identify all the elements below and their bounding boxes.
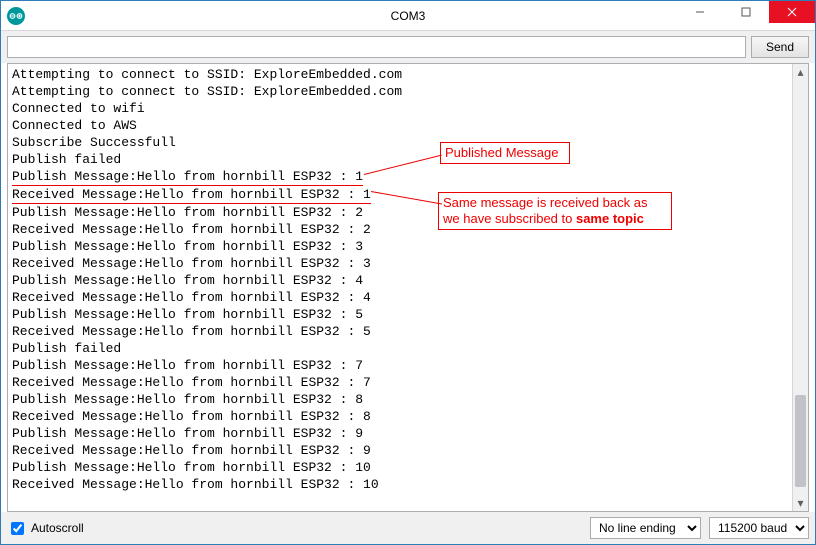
console-line: Received Message:Hello from hornbill ESP… (12, 374, 804, 391)
scroll-up-arrow-icon[interactable]: ▴ (793, 64, 808, 80)
console-line: Received Message:Hello from hornbill ESP… (12, 442, 804, 459)
send-toolbar: Send (1, 31, 815, 63)
titlebar: COM3 (1, 1, 815, 31)
autoscroll-checkbox-label[interactable]: Autoscroll (7, 519, 84, 538)
send-button[interactable]: Send (751, 36, 809, 58)
console-line: Received Message:Hello from hornbill ESP… (12, 476, 804, 493)
serial-monitor-window: COM3 Send Attempting to connect to SSID:… (0, 0, 816, 545)
baud-rate-select[interactable]: 9600 baud57600 baud115200 baud (709, 517, 809, 539)
console-line: Received Message:Hello from hornbill ESP… (12, 408, 804, 425)
console-line: Publish Message:Hello from hornbill ESP3… (12, 238, 804, 255)
console-line: Attempting to connect to SSID: ExploreEm… (12, 83, 804, 100)
console-output[interactable]: Attempting to connect to SSID: ExploreEm… (8, 64, 808, 511)
minimize-button[interactable] (677, 1, 723, 23)
console-line: Received Message:Hello from hornbill ESP… (12, 255, 804, 272)
scroll-track[interactable] (793, 80, 808, 495)
console-line: Publish Message:Hello from hornbill ESP3… (12, 357, 804, 374)
arduino-app-icon (7, 7, 25, 25)
maximize-button[interactable] (723, 1, 769, 23)
console-line: Connected to AWS (12, 117, 804, 134)
scroll-thumb[interactable] (795, 395, 806, 486)
console-line: Publish Message:Hello from hornbill ESP3… (12, 425, 804, 442)
window-controls (677, 1, 815, 30)
console-line: Received Message:Hello from hornbill ESP… (12, 221, 804, 238)
console-line: Publish Message:Hello from hornbill ESP3… (12, 168, 804, 186)
console-line: Received Message:Hello from hornbill ESP… (12, 186, 804, 204)
console-line: Publish Message:Hello from hornbill ESP3… (12, 306, 804, 323)
console-line: Publish Message:Hello from hornbill ESP3… (12, 459, 804, 476)
console-line: Subscribe Successfull (12, 134, 804, 151)
console-line: Attempting to connect to SSID: ExploreEm… (12, 66, 804, 83)
console-line: Publish failed (12, 340, 804, 357)
console-line: Publish Message:Hello from hornbill ESP3… (12, 272, 804, 289)
vertical-scrollbar[interactable]: ▴ ▾ (792, 64, 808, 511)
status-bar: Autoscroll No line endingNewlineCarriage… (1, 512, 815, 544)
console-line: Received Message:Hello from hornbill ESP… (12, 289, 804, 306)
console-line: Publish failed (12, 151, 804, 168)
console-line: Connected to wifi (12, 100, 804, 117)
console-line: Publish Message:Hello from hornbill ESP3… (12, 204, 804, 221)
console-area: Attempting to connect to SSID: ExploreEm… (7, 63, 809, 512)
console-line: Received Message:Hello from hornbill ESP… (12, 323, 804, 340)
console-line: Publish Message:Hello from hornbill ESP3… (12, 391, 804, 408)
autoscroll-text: Autoscroll (31, 521, 84, 535)
close-button[interactable] (769, 1, 815, 23)
scroll-down-arrow-icon[interactable]: ▾ (793, 495, 808, 511)
serial-input[interactable] (7, 36, 746, 58)
autoscroll-checkbox[interactable] (11, 522, 24, 535)
line-ending-select[interactable]: No line endingNewlineCarriage returnBoth… (590, 517, 701, 539)
